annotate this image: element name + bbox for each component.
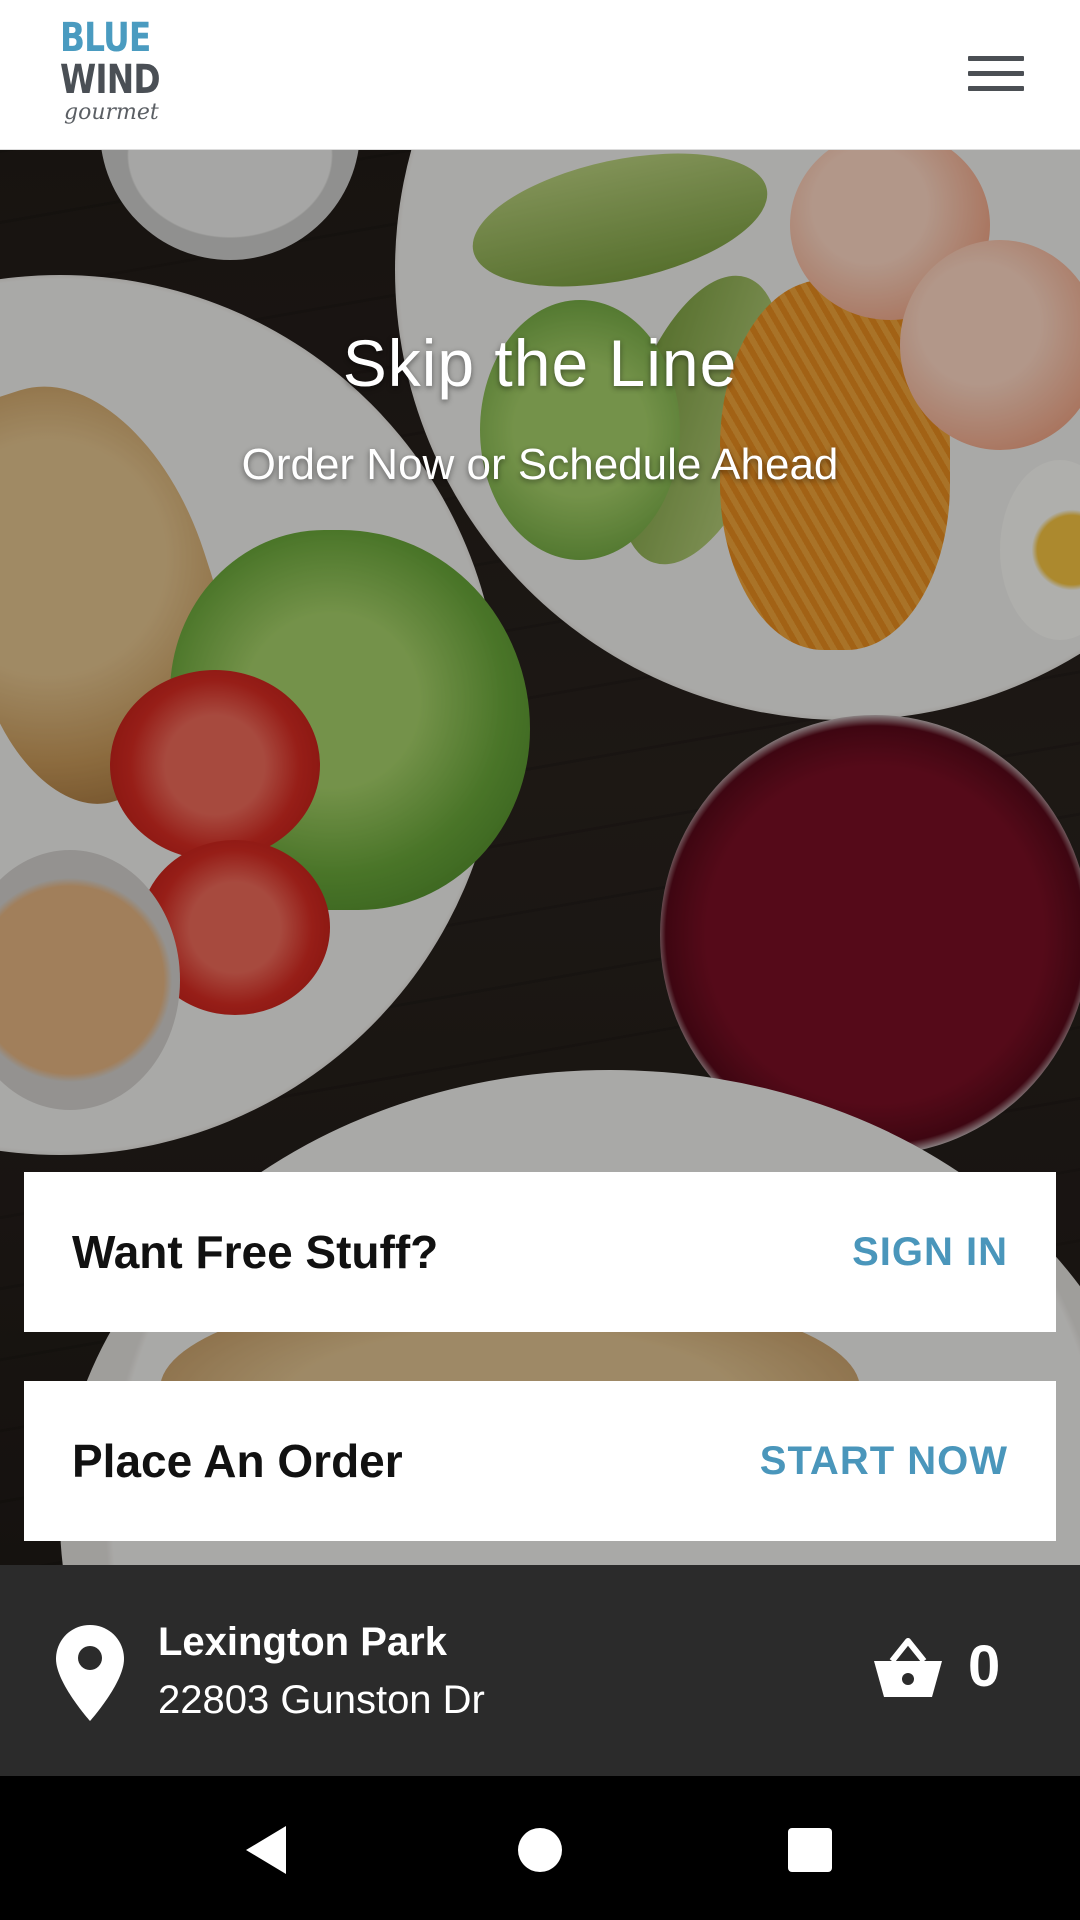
back-triangle-icon[interactable] — [240, 1820, 300, 1880]
app-header: BLUE WIND gourmet — [0, 0, 1080, 150]
hamburger-menu-icon[interactable] — [960, 48, 1032, 104]
blue-wind-logo[interactable]: BLUE WIND gourmet — [60, 18, 210, 134]
location-address: 22803 Gunston Dr — [158, 1678, 485, 1722]
recent-apps-square-icon[interactable] — [780, 1820, 840, 1880]
dressing-cup — [100, 150, 360, 260]
free-stuff-title: Want Free Stuff? — [72, 1226, 439, 1278]
hero-food-image: Skip the Line Order Now or Schedule Ahea… — [0, 150, 1080, 1565]
location-bar[interactable]: Lexington Park 22803 Gunston Dr 0 — [0, 1565, 1080, 1776]
logo-line-blue: BLUE — [60, 15, 151, 61]
basket-icon[interactable] — [872, 1635, 944, 1699]
place-order-card[interactable]: Place An Order START NOW — [24, 1381, 1056, 1541]
cart-count[interactable]: 0 — [968, 1633, 1000, 1700]
place-order-title: Place An Order — [72, 1435, 403, 1487]
sign-in-button[interactable]: SIGN IN — [852, 1230, 1008, 1275]
tomato-slice — [110, 670, 320, 860]
system-nav-bar — [0, 1776, 1080, 1920]
hero-title: Skip the Line — [342, 326, 738, 400]
hero-subtitle: Order Now or Schedule Ahead — [241, 440, 839, 489]
map-pin-icon — [56, 1625, 124, 1721]
free-stuff-card[interactable]: Want Free Stuff? SIGN IN — [24, 1172, 1056, 1332]
home-circle-icon[interactable] — [510, 1820, 570, 1880]
menu-bar — [968, 86, 1024, 91]
menu-bar — [968, 56, 1024, 61]
menu-bar — [968, 71, 1024, 76]
start-now-button[interactable]: START NOW — [760, 1439, 1008, 1484]
logo-line-gourmet: gourmet — [64, 100, 159, 125]
location-name: Lexington Park — [158, 1620, 447, 1664]
logo-line-wind: WIND — [60, 57, 161, 103]
